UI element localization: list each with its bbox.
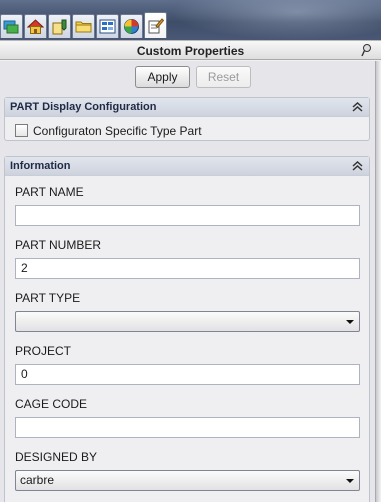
configuration-specific-checkbox[interactable] [15, 124, 28, 137]
part-type-label: PART TYPE [15, 291, 81, 305]
cage-code-label: CAGE CODE [15, 397, 88, 411]
configuration-manager-icon [99, 19, 116, 34]
tab-appearances[interactable] [120, 14, 143, 38]
vertical-scrollbar[interactable] [375, 61, 381, 502]
tab-configuration-manager[interactable] [96, 14, 119, 38]
panel-title: Custom Properties [136, 44, 245, 58]
tab-property-manager[interactable] [48, 14, 71, 38]
tab-custom-properties[interactable] [144, 12, 167, 38]
home-icon [27, 19, 44, 34]
reset-button[interactable]: Reset [196, 66, 251, 88]
designed-by-dropdown[interactable]: carbre [15, 470, 360, 491]
project-input[interactable]: 0 [15, 364, 360, 385]
information-title: Information [10, 160, 71, 172]
panel-title-bar: Custom Properties [0, 40, 381, 60]
dropdown-arrow-icon [346, 479, 354, 483]
information-section: Information PART NAME PART NUMBER 2 PART… [4, 156, 370, 502]
information-header[interactable]: Information [5, 157, 369, 176]
tab-feature-manager[interactable] [0, 14, 23, 38]
display-configuration-header[interactable]: PART Display Configuration [5, 98, 369, 117]
appearance-icon [124, 19, 139, 34]
custom-properties-panel: Apply Reset PART Display Configuration C… [0, 61, 381, 502]
pin-icon[interactable] [361, 43, 375, 57]
folder-icon [75, 21, 92, 33]
task-pane-tab-strip [0, 0, 381, 40]
collapse-chevron-icon[interactable] [352, 101, 363, 113]
display-configuration-title: PART Display Configuration [10, 101, 157, 113]
cage-code-input[interactable] [15, 417, 360, 438]
tab-file-explorer[interactable] [72, 14, 95, 38]
display-configuration-section: PART Display Configuration Configuraton … [4, 97, 370, 141]
part-name-label: PART NAME [15, 185, 84, 199]
configuration-specific-label: Configuraton Specific Type Part [33, 124, 202, 138]
dropdown-arrow-icon [346, 320, 354, 324]
part-number-label: PART NUMBER [15, 238, 102, 252]
part-type-dropdown[interactable] [15, 311, 360, 332]
apply-button[interactable]: Apply [135, 66, 190, 88]
action-button-row: Apply Reset [0, 66, 381, 88]
tab-home[interactable] [24, 14, 47, 38]
designed-by-selected-value: carbre [20, 473, 55, 487]
designed-by-label: DESIGNED BY [15, 450, 98, 464]
property-manager-icon [52, 19, 67, 35]
task-pane-tabs [0, 12, 168, 40]
collapse-chevron-icon[interactable] [352, 160, 363, 172]
part-number-input[interactable]: 2 [15, 258, 360, 279]
project-label: PROJECT [15, 344, 72, 358]
custom-properties-icon [148, 18, 164, 34]
feature-manager-icon [3, 20, 19, 34]
part-name-input[interactable] [15, 205, 360, 226]
